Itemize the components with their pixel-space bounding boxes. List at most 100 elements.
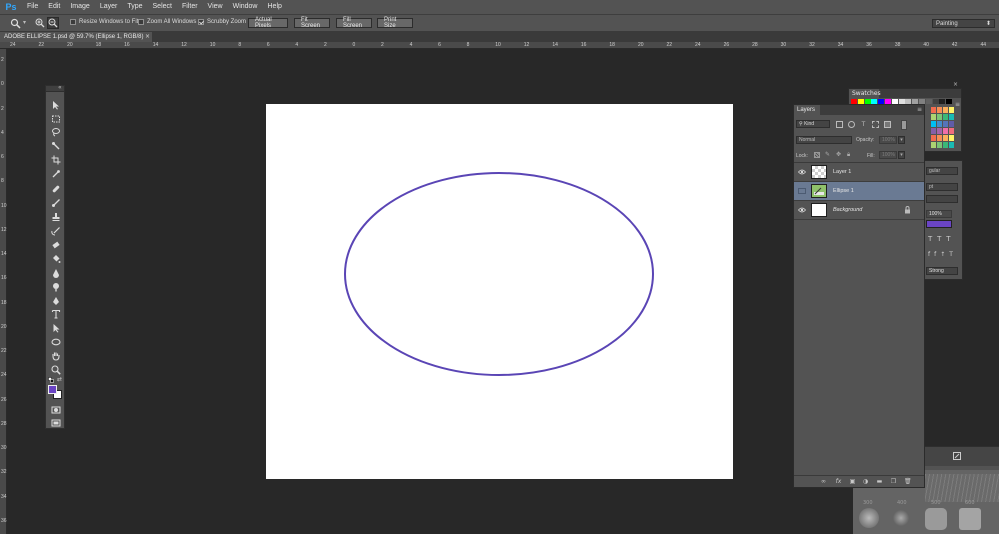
pen-tool-icon[interactable]	[50, 295, 61, 306]
default-colors-icon[interactable]	[48, 377, 54, 383]
blend-mode-select[interactable]: Normal	[796, 136, 852, 144]
swatch[interactable]	[949, 107, 954, 113]
collapse-icon[interactable]: «	[58, 84, 62, 91]
link-layers-icon[interactable]: ∞	[820, 478, 827, 485]
print-size-button[interactable]: Print Size	[377, 17, 413, 29]
brush-tool-icon[interactable]	[50, 197, 61, 208]
new-group-icon[interactable]: ▬	[876, 478, 883, 485]
swatch[interactable]	[931, 142, 936, 148]
fit-screen-button[interactable]: Fit Screen	[294, 17, 330, 29]
healing-brush-tool-icon[interactable]	[50, 183, 61, 194]
filter-toggle[interactable]	[901, 120, 907, 130]
shape-option-select[interactable]: gular	[926, 167, 958, 175]
type-tool-icon[interactable]	[50, 308, 61, 319]
menu-edit[interactable]: Edit	[43, 0, 65, 14]
lock-position-icon[interactable]: ✥	[836, 152, 842, 158]
swatches-close-icon[interactable]: ×	[953, 81, 958, 88]
swatch[interactable]	[946, 99, 953, 104]
swatch[interactable]	[939, 99, 946, 104]
clone-stamp-tool-icon[interactable]	[50, 211, 61, 222]
adjustment-layer-icon[interactable]: ◑	[862, 478, 869, 485]
layer-filter-kind-select[interactable]: ⚲ Kind	[796, 120, 830, 128]
swatch[interactable]	[943, 114, 948, 120]
swatch[interactable]	[949, 135, 954, 141]
lock-pixels-icon[interactable]: ✎	[825, 152, 831, 158]
lock-transparent-icon[interactable]	[814, 152, 820, 158]
lock-all-icon[interactable]: 🔒︎	[847, 152, 853, 158]
menu-filter[interactable]: Filter	[177, 0, 203, 14]
stroke-unit-select[interactable]: pt	[926, 183, 958, 191]
ellipse-tool-icon[interactable]	[50, 336, 61, 347]
resize-windows-checkbox[interactable]: Resize Windows to Fit	[70, 19, 138, 25]
swatch[interactable]	[949, 128, 954, 134]
brush-tip[interactable]	[859, 508, 879, 528]
zoom-tool-icon[interactable]	[10, 18, 22, 29]
layer-name[interactable]: Background	[833, 201, 862, 220]
swatch[interactable]	[931, 107, 936, 113]
layer-row-layer-1[interactable]: Layer 1	[794, 163, 924, 182]
brush-panel-icon[interactable]	[953, 452, 961, 460]
layer-name[interactable]: Layer 1	[833, 163, 851, 182]
history-brush-tool-icon[interactable]	[50, 225, 61, 236]
menu-image[interactable]: Image	[65, 0, 94, 14]
menu-window[interactable]: Window	[228, 0, 263, 14]
paint-bucket-tool-icon[interactable]	[50, 253, 61, 264]
visibility-eye-icon[interactable]	[797, 169, 807, 175]
shape-filter-icon[interactable]	[872, 121, 879, 128]
opacity-field[interactable]: 100%	[879, 136, 897, 144]
swatch[interactable]	[949, 142, 954, 148]
opacity-chevron-icon[interactable]: ▾	[898, 136, 905, 144]
lasso-tool-icon[interactable]	[50, 126, 61, 137]
menu-type[interactable]: Type	[122, 0, 147, 14]
fill-screen-button[interactable]: Fill Screen	[336, 17, 372, 29]
swatch[interactable]	[931, 135, 936, 141]
swatch[interactable]	[932, 99, 939, 104]
eyedropper-tool-icon[interactable]	[50, 168, 61, 179]
brush-tip[interactable]	[893, 510, 909, 526]
swatch[interactable]	[937, 142, 942, 148]
swatch[interactable]	[943, 107, 948, 113]
menu-select[interactable]: Select	[148, 0, 177, 14]
move-tool-icon[interactable]	[50, 99, 61, 110]
path-selection-tool-icon[interactable]	[50, 322, 61, 333]
dodge-tool-icon[interactable]	[50, 281, 61, 292]
swatch[interactable]	[949, 121, 954, 127]
swatch[interactable]	[937, 135, 942, 141]
swatch[interactable]	[937, 114, 942, 120]
fill-chevron-icon[interactable]: ▾	[898, 151, 905, 159]
brush-tip[interactable]	[959, 508, 981, 530]
swatch[interactable]	[943, 135, 948, 141]
layer-name[interactable]: Ellipse 1	[833, 182, 854, 201]
menu-file[interactable]: File	[22, 0, 43, 14]
brush-tip[interactable]	[925, 508, 947, 530]
fill-field[interactable]: 100%	[879, 151, 897, 159]
zoom-in-icon[interactable]	[35, 18, 46, 29]
swatch[interactable]	[937, 121, 942, 127]
swatch[interactable]	[943, 142, 948, 148]
blur-tool-icon[interactable]	[50, 267, 61, 278]
text-style-icons[interactable]: ff↑T	[928, 251, 958, 259]
anti-alias-select[interactable]: Strong	[926, 267, 958, 275]
color-swatch[interactable]	[926, 220, 952, 228]
pixel-filter-icon[interactable]	[836, 121, 843, 128]
swatch[interactable]	[943, 128, 948, 134]
percent-field[interactable]: 100%	[926, 210, 952, 218]
add-mask-icon[interactable]: ▣	[849, 478, 856, 485]
hand-tool-icon[interactable]	[50, 350, 61, 361]
crop-tool-icon[interactable]	[50, 154, 61, 165]
layer-row-ellipse-1[interactable]: Ellipse 1	[794, 182, 924, 201]
screen-mode-icon[interactable]	[50, 417, 61, 428]
text-format-icons[interactable]: TTT	[928, 235, 958, 243]
menu-view[interactable]: View	[203, 0, 228, 14]
document-canvas[interactable]	[266, 104, 733, 479]
visibility-eye-icon[interactable]	[797, 207, 807, 213]
zoom-tool-icon[interactable]	[50, 364, 61, 375]
layers-tab[interactable]: Layers	[794, 105, 820, 115]
swatch[interactable]	[925, 99, 932, 104]
smart-object-filter-icon[interactable]	[884, 121, 891, 128]
swatch[interactable]	[937, 107, 942, 113]
rectangular-marquee-tool-icon[interactable]	[50, 113, 61, 124]
swatches-tab[interactable]: Swatches	[849, 89, 881, 98]
eraser-tool-icon[interactable]	[50, 239, 61, 250]
tool-preset-chevron-icon[interactable]: ▾	[23, 19, 26, 26]
